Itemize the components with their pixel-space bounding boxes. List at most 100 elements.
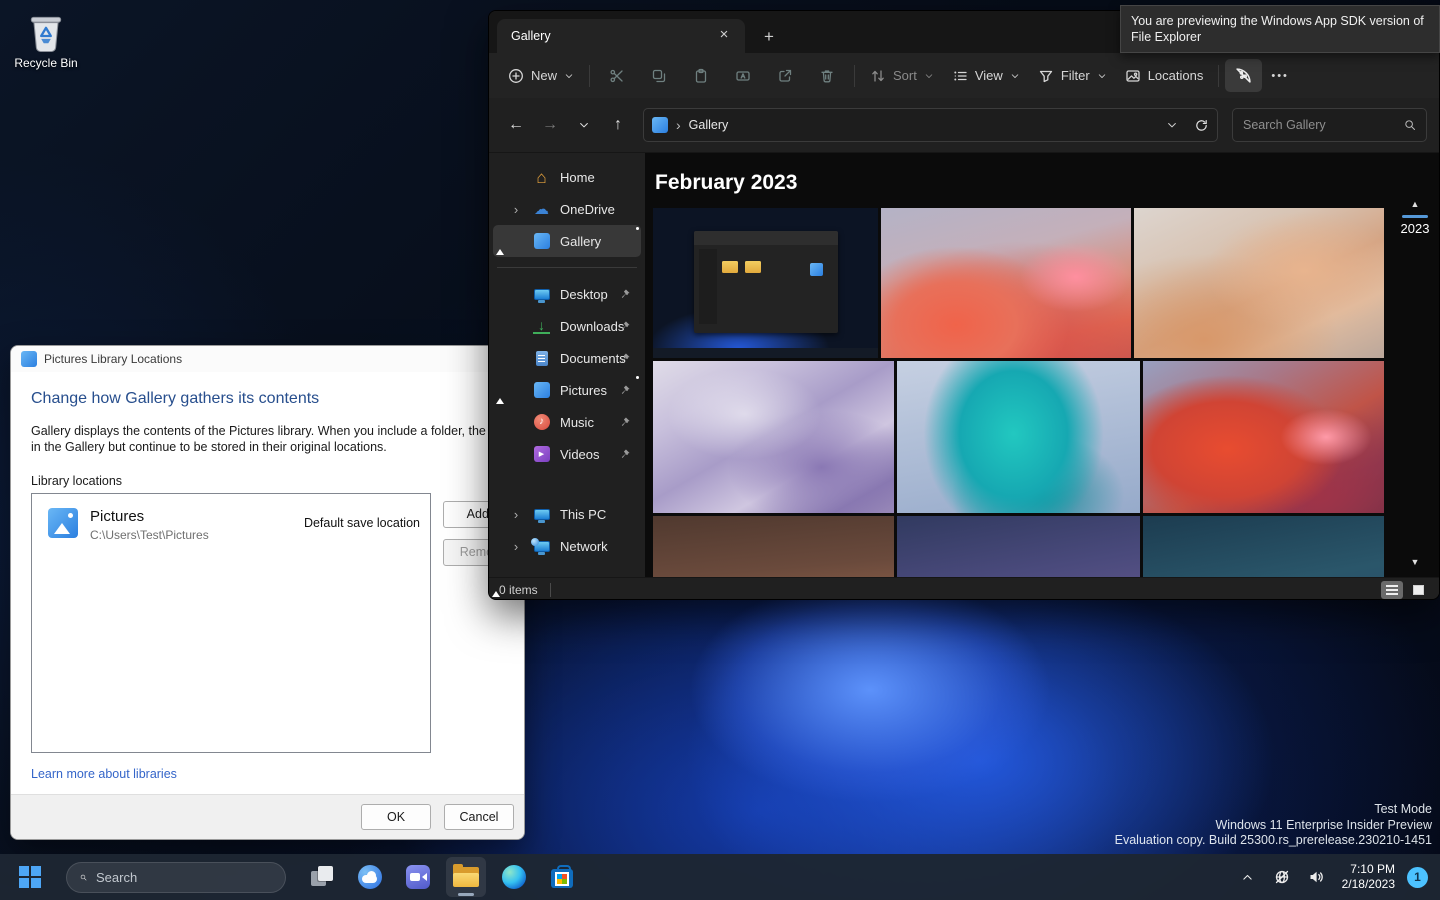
rename-button [722,61,764,91]
toolbar-divider [589,65,590,87]
sidebar-item-desktop[interactable]: Desktop [493,278,641,310]
edge-button[interactable] [494,857,534,897]
library-locations-listbox[interactable]: Pictures C:\Users\Test\Pictures Default … [31,493,431,753]
delete-button [806,61,848,91]
new-button[interactable]: New [499,61,583,91]
gallery-thumbnail[interactable] [1143,361,1384,513]
timeline-scrollbar[interactable]: ▲ 2023 ▼ [1395,153,1435,577]
sidebar-item-gallery[interactable]: Gallery [493,225,641,257]
watermark-line-3: Evaluation copy. Build 25300.rs_prerelea… [1115,833,1432,849]
gallery-thumbnail[interactable] [897,516,1140,577]
search-input[interactable] [1243,118,1404,132]
pin-icon [618,288,631,301]
breadcrumb[interactable]: › Gallery [643,108,1218,142]
gallery-thumbnail[interactable] [1143,516,1384,577]
command-toolbar: New Sort View Filter Locations [489,53,1439,98]
sort-icon [870,68,886,84]
mini-taskbar [653,348,878,359]
learn-more-link[interactable]: Learn more about libraries [31,767,177,781]
library-location-item-pictures[interactable]: Pictures C:\Users\Test\Pictures Default … [32,494,430,542]
sidebar-item-downloads[interactable]: ↓ Downloads [493,310,641,342]
sidebar-item-videos[interactable]: ▶ Videos [493,438,641,470]
filter-label: Filter [1061,68,1090,83]
toolbar-divider [1218,65,1219,87]
locations-button[interactable]: Locations [1116,61,1213,91]
sidebar-item-label: Gallery [560,234,601,249]
copy-button [638,61,680,91]
tab-close-button[interactable]: × [713,25,735,47]
file-explorer-icon [453,867,479,887]
taskbar-search[interactable] [66,862,286,893]
sidebar-item-network[interactable]: › Network [493,530,641,562]
pin-icon [618,416,631,429]
ok-button[interactable]: OK [361,804,431,830]
address-dropdown-icon[interactable] [1166,119,1178,131]
watermark-line-2: Windows 11 Enterprise Insider Preview [1115,818,1432,834]
edge-icon [502,865,526,889]
up-button[interactable]: ↑ [603,110,633,140]
hidden-icons-button[interactable] [1234,861,1262,893]
gallery-thumbnail-screenshot[interactable] [653,208,878,358]
recent-locations-button[interactable] [569,110,599,140]
chat-icon [406,865,430,889]
breadcrumb-gallery[interactable]: Gallery [689,118,729,132]
evaluation-watermark: Test Mode Windows 11 Enterprise Insider … [1115,802,1432,849]
details-view-toggle[interactable] [1381,581,1403,599]
thumbnail-view-toggle[interactable] [1407,581,1429,599]
rename-icon [735,68,751,84]
sidebar-item-onedrive[interactable]: › ☁ OneDrive [493,193,641,225]
preview-feedback-pizza-button[interactable] [1225,59,1262,92]
dialog-titlebar[interactable]: Pictures Library Locations [11,346,524,372]
timeline-position-indicator[interactable] [1402,215,1428,218]
sidebar-item-label: Videos [560,447,600,462]
timeline-down-icon[interactable]: ▼ [1411,557,1420,567]
locations-icon [1125,68,1141,84]
search-icon [80,870,87,885]
taskbar-search-input[interactable] [96,870,272,885]
refresh-icon[interactable] [1194,118,1209,133]
sidebar-item-home[interactable]: ⌂ Home [493,161,641,193]
widgets-button[interactable] [350,857,390,897]
task-view-icon [311,866,333,888]
back-button[interactable]: ← [501,110,531,140]
expander-chevron-icon[interactable]: › [509,507,523,522]
task-view-button[interactable] [302,857,342,897]
sidebar-item-this-pc[interactable]: › This PC [493,498,641,530]
sort-button: Sort [861,61,943,91]
timeline-up-icon[interactable]: ▲ [1411,199,1420,209]
address-bar: ← → ↑ › Gallery [489,98,1439,153]
expander-chevron-icon[interactable]: › [509,202,523,217]
gallery-thumbnail[interactable] [653,516,894,577]
start-button[interactable] [10,857,50,897]
gallery-thumbnail[interactable] [1134,208,1384,358]
paste-button [680,61,722,91]
share-button [764,61,806,91]
see-more-button[interactable]: ••• [1262,63,1298,89]
onedrive-cloud-icon: ☁ [533,201,550,218]
new-tab-button[interactable]: + [757,27,781,47]
chevron-down-icon [578,119,590,131]
sidebar-item-documents[interactable]: Documents [493,342,641,374]
gallery-thumbnail[interactable] [897,361,1140,513]
store-button[interactable] [542,857,582,897]
clock-date: 2/18/2023 [1342,877,1395,892]
library-locations-label: Library locations [31,474,122,488]
network-tray-button[interactable] [1268,861,1296,893]
gallery-thumbnail[interactable] [881,208,1131,358]
sidebar-item-pictures[interactable]: Pictures [493,374,641,406]
expander-chevron-icon[interactable]: › [509,539,523,554]
sidebar-item-music[interactable]: ♪ Music [493,406,641,438]
chat-button[interactable] [398,857,438,897]
gallery-thumbnail[interactable] [653,361,894,513]
volume-tray-button[interactable] [1302,861,1330,893]
filter-button[interactable]: Filter [1029,61,1116,91]
view-button[interactable]: View [943,61,1029,91]
search-box[interactable] [1232,108,1427,142]
cancel-button[interactable]: Cancel [444,804,514,830]
clock[interactable]: 7:10 PM 2/18/2023 [1336,862,1401,892]
tab-gallery[interactable]: Gallery × [497,19,745,53]
sidebar-item-label: OneDrive [560,202,615,217]
recycle-bin-shortcut[interactable]: Recycle Bin [8,8,84,70]
file-explorer-taskbar-button[interactable] [446,857,486,897]
notification-badge[interactable]: 1 [1407,867,1428,888]
